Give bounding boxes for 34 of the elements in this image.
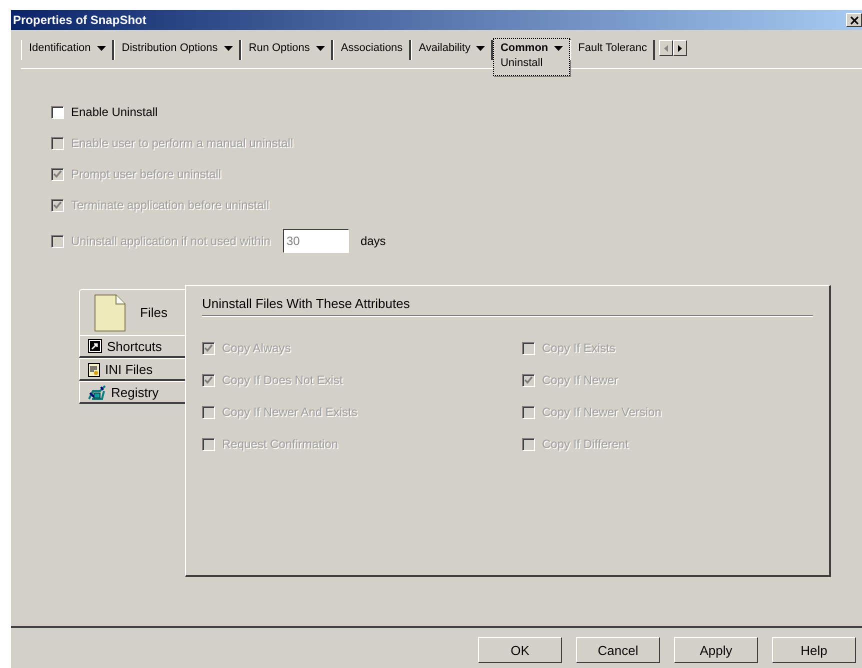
tab[interactable]: Fault Toleranc	[570, 40, 656, 60]
side-tab[interactable]: INI Files	[79, 358, 185, 381]
notepad-icon	[88, 362, 100, 376]
scroll-left-button[interactable]	[659, 40, 674, 56]
window-title: Properties of SnapShot	[13, 13, 146, 27]
dialog-button[interactable]: Apply	[674, 637, 758, 663]
tab[interactable]: Common Uninstall	[493, 38, 570, 76]
caret-icon	[476, 46, 486, 50]
section-heading: Uninstall Files With These Attributes	[202, 296, 813, 316]
right-arrow-icon	[678, 44, 682, 52]
tab[interactable]: Associations	[332, 40, 411, 60]
checkbox[interactable]	[51, 106, 64, 118]
caret-icon	[316, 46, 325, 50]
side-tab[interactable]: Registry	[79, 381, 185, 404]
dialog-button[interactable]: OK	[478, 637, 562, 663]
subtab[interactable]: Uninstall	[500, 57, 564, 69]
dialog-button[interactable]: Cancel	[576, 637, 660, 663]
document-icon	[94, 294, 126, 332]
shortcut-arrow-icon	[88, 339, 102, 353]
close-button[interactable]	[846, 13, 862, 27]
caret-icon	[554, 46, 564, 50]
caret-icon	[224, 46, 233, 50]
unit-label: days	[360, 234, 386, 248]
close-icon	[850, 16, 858, 24]
side-tab[interactable]: Shortcuts	[79, 335, 185, 358]
tab[interactable]: Identification	[21, 40, 114, 60]
caret-icon	[96, 46, 106, 50]
tab[interactable]: Distribution Options	[114, 40, 241, 60]
dialog-button[interactable]: Help	[772, 637, 856, 663]
side-tab[interactable]: Files	[79, 289, 186, 335]
tab[interactable]: Run Options	[240, 40, 333, 60]
scroll-right-button[interactable]	[673, 40, 688, 56]
checkbox-label: Enable Uninstall	[71, 105, 158, 119]
left-arrow-icon	[664, 44, 668, 52]
